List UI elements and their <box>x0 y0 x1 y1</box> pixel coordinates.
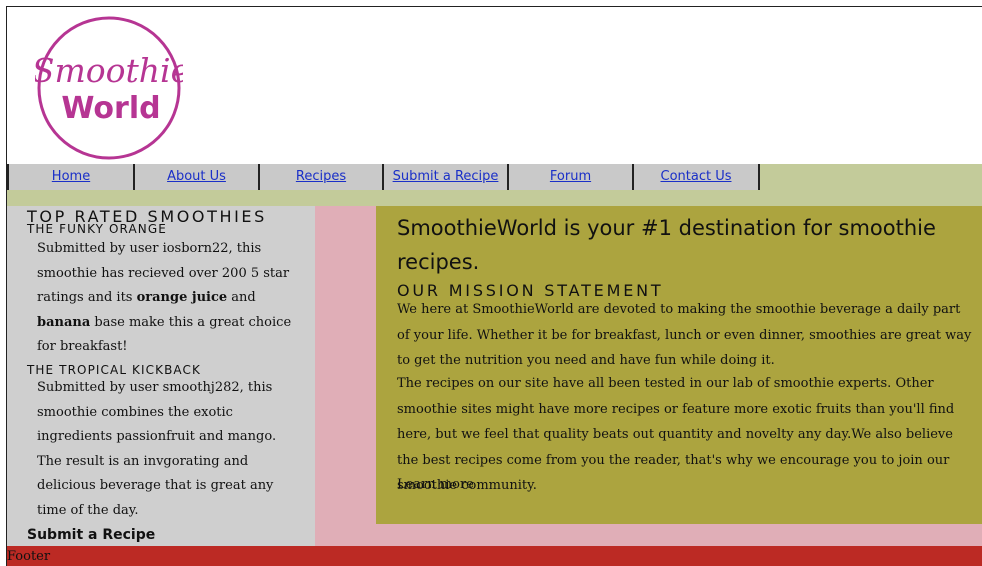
recipe-title-tropical-kickback: THE TROPICAL KICKBACK <box>27 363 201 377</box>
header: Smoothie World <box>7 7 982 164</box>
page: Smoothie World Home About Us Recipes Sub… <box>6 6 982 566</box>
recipe-desc-funky-orange: Submitted by user iosborn22, this smooth… <box>37 241 292 354</box>
nav-recipes[interactable]: Recipes <box>260 164 384 190</box>
ingredient-orange-juice: orange juice <box>136 290 228 305</box>
mission-paragraph-1: We here at SmoothieWorld are devoted to … <box>397 302 972 368</box>
nav-contact-us[interactable]: Contact Us <box>634 164 760 190</box>
recipe-title-funky-orange: THE FUNKY ORANGE <box>27 222 167 236</box>
nav-forum[interactable]: Forum <box>509 164 634 190</box>
submit-recipe-link[interactable]: Submit a Recipe <box>27 527 155 543</box>
logo-line1: Smoothie <box>35 51 183 90</box>
main-content: SmoothieWorld is your #1 destination for… <box>376 206 982 524</box>
logo[interactable]: Smoothie World <box>35 14 183 162</box>
recipe-desc-tropical-kickback: Submitted by user smoothj282, this smoot… <box>37 380 277 518</box>
nav-submit-recipe[interactable]: Submit a Recipe <box>384 164 509 190</box>
nav-home[interactable]: Home <box>7 164 135 190</box>
logo-line2: World <box>61 91 160 126</box>
footer: Footer <box>7 546 982 566</box>
nav-bar: Home About Us Recipes Submit a Recipe Fo… <box>7 164 982 206</box>
page-headline: SmoothieWorld is your #1 destination for… <box>397 216 936 274</box>
ingredient-banana: banana <box>37 314 91 330</box>
mission-paragraph-2: The recipes on our site have all been te… <box>397 376 955 493</box>
learn-more-link[interactable]: Learn more <box>397 472 474 498</box>
sidebar-top-rated: TOP RATED SMOOTHIES THE FUNKY ORANGE Sub… <box>7 206 315 546</box>
nav-about-us[interactable]: About Us <box>135 164 260 190</box>
